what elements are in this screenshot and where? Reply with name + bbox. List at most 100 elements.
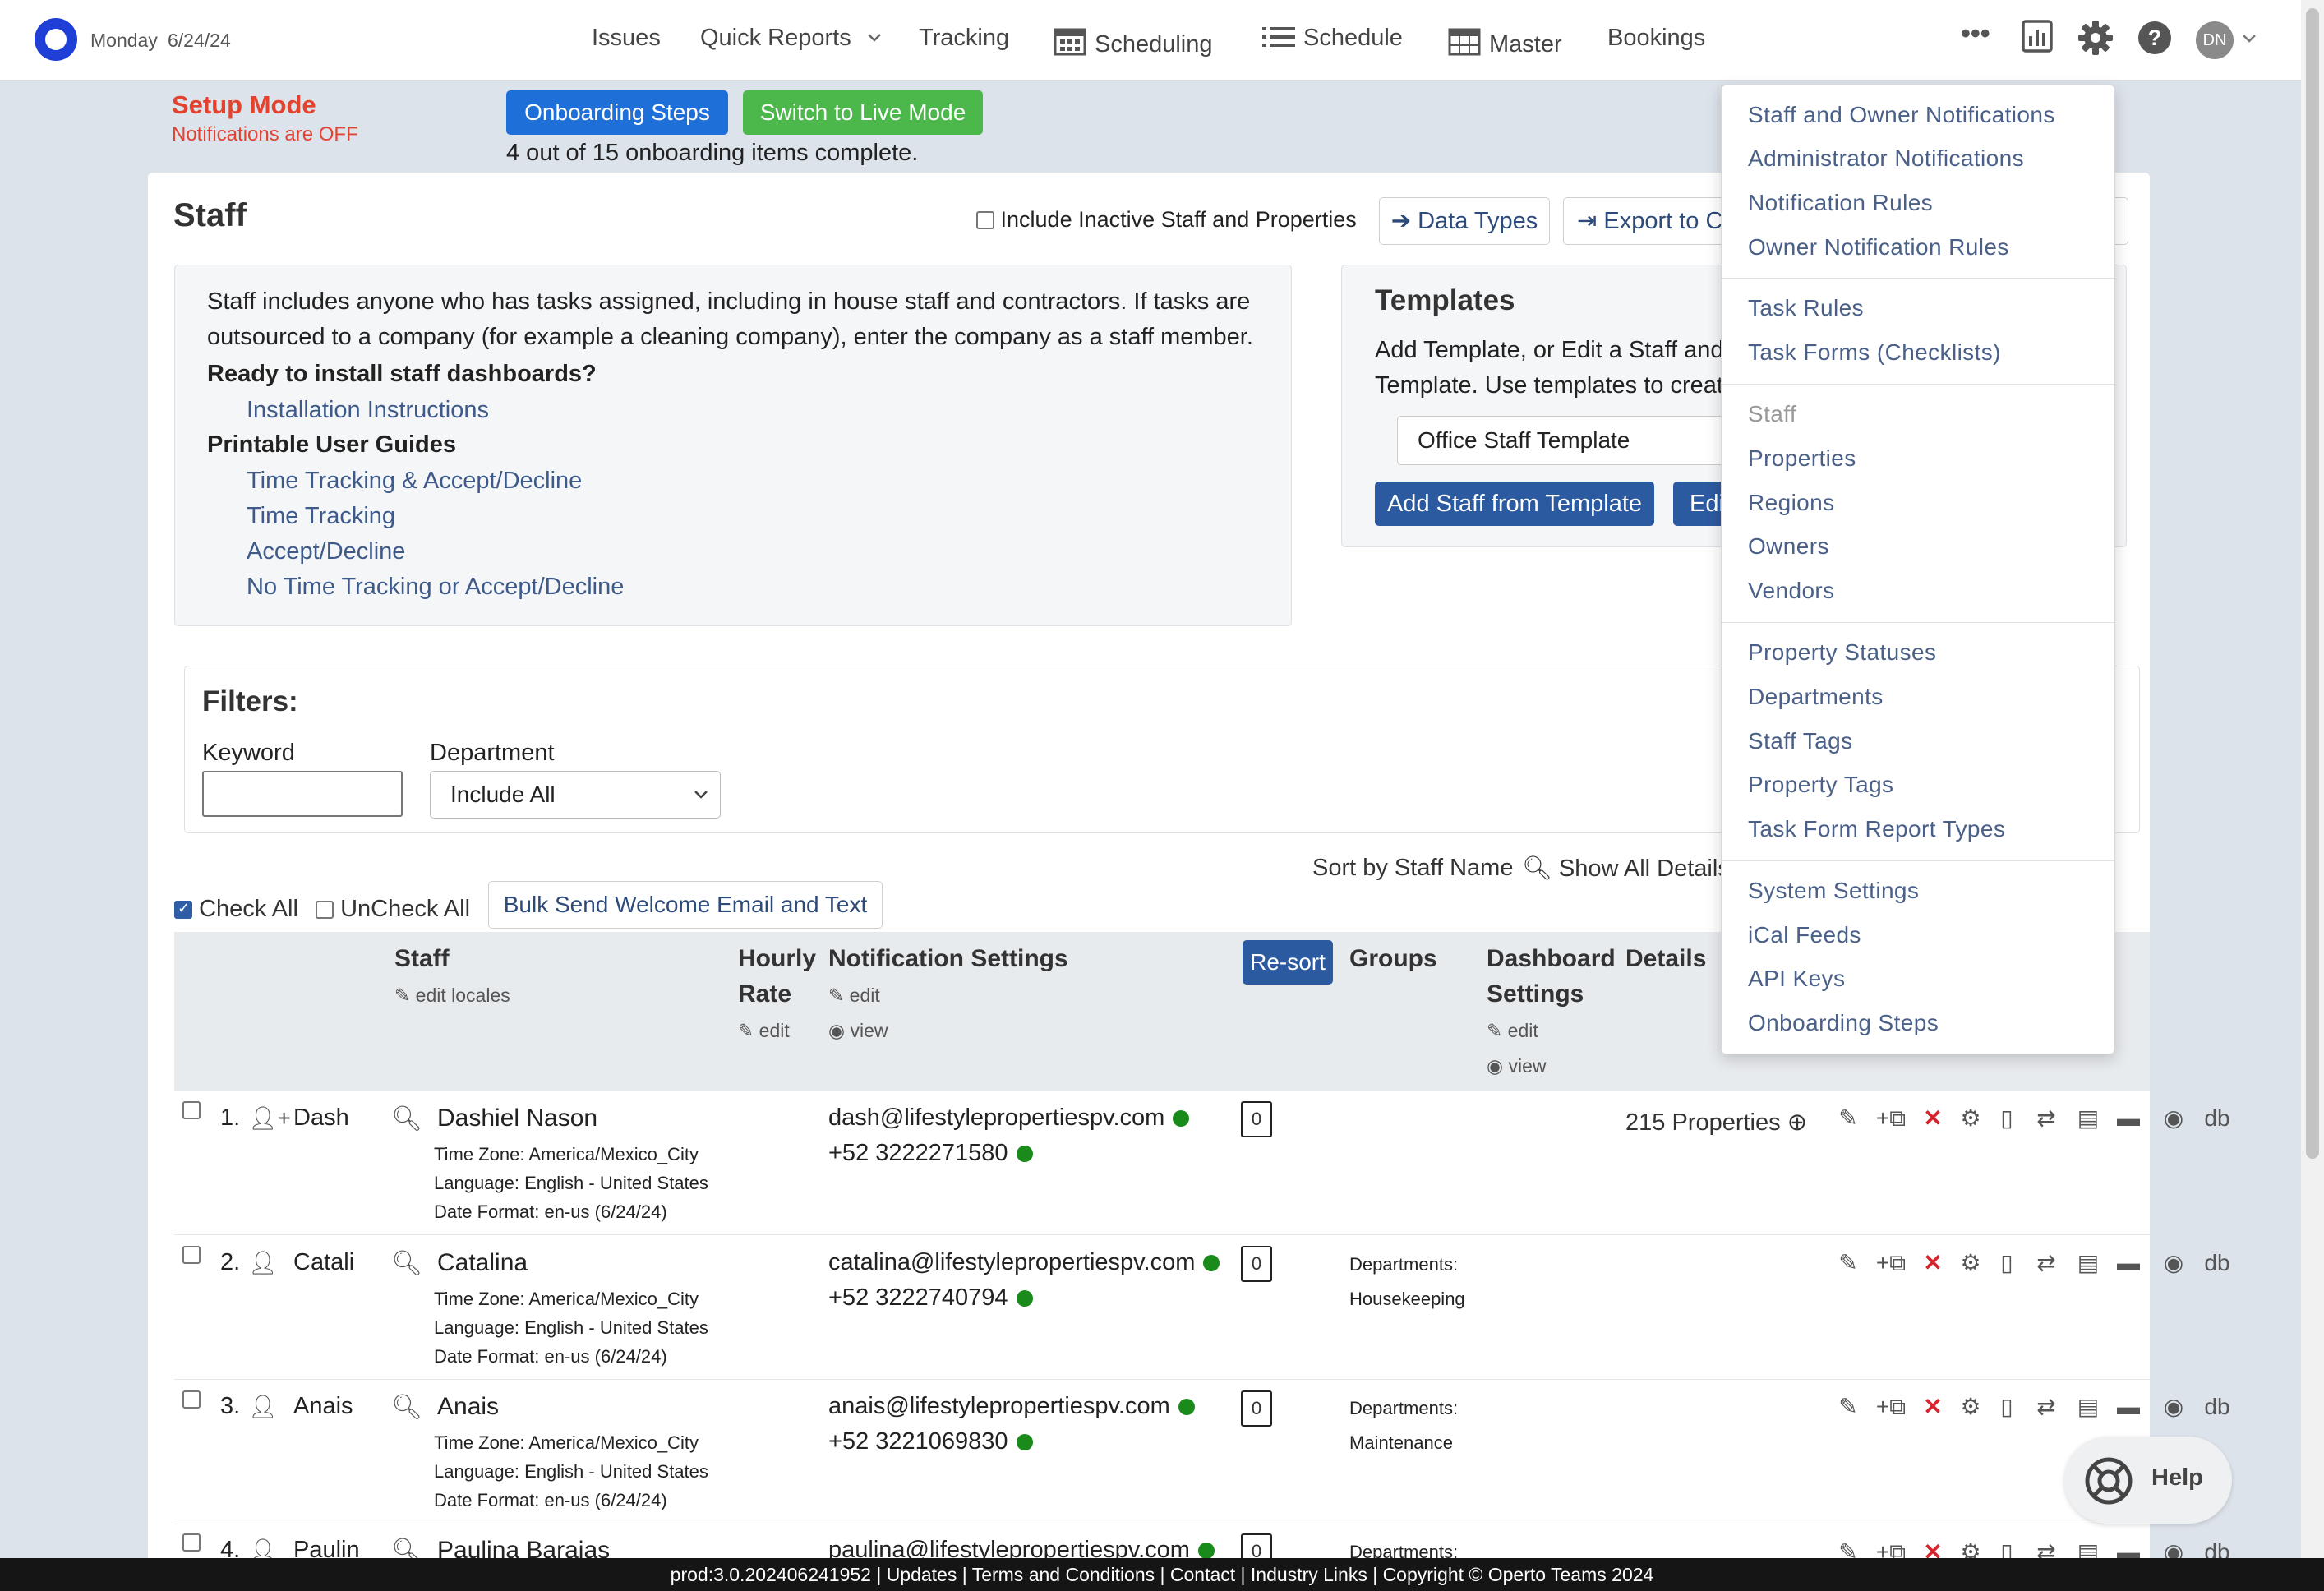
db-link[interactable]: db [2197, 1105, 2237, 1132]
notification-count[interactable]: 0 [1241, 1390, 1272, 1427]
view-notifications-link[interactable]: ◉ view [828, 1020, 888, 1042]
menu-item-owner-notification-rules[interactable]: Owner Notification Rules [1748, 234, 2009, 261]
eye-icon[interactable]: ◉ [2150, 1393, 2197, 1420]
column-notification-settings[interactable]: Notification Settings [828, 945, 1068, 973]
help-button[interactable]: Help [2064, 1437, 2232, 1524]
duplicate-icon[interactable]: +⧉ [1867, 1250, 1915, 1277]
mobile-icon[interactable]: ▯ [1990, 1104, 2023, 1132]
menu-item-task-forms[interactable]: Task Forms (Checklists) [1748, 339, 2001, 366]
view-dashboard-link[interactable]: ◉ view [1487, 1055, 1546, 1077]
column-staff[interactable]: Staff [394, 945, 450, 973]
check-all-checkbox[interactable] [174, 900, 192, 919]
menu-item-vendors[interactable]: Vendors [1748, 578, 1835, 604]
clipboard-icon[interactable]: ▤ [2069, 1393, 2107, 1420]
uncheck-all-checkbox[interactable] [316, 901, 334, 919]
row-checkbox[interactable] [182, 1101, 201, 1119]
include-inactive-checkbox[interactable] [976, 211, 994, 229]
row-checkbox[interactable] [182, 1533, 201, 1552]
search-icon[interactable]: 🔍︎ [391, 1249, 422, 1278]
mobile-icon[interactable]: ▯ [1990, 1249, 2023, 1276]
menu-item-staff-tags[interactable]: Staff Tags [1748, 728, 1853, 754]
edit-hourly-link[interactable]: ✎ edit [738, 1020, 790, 1042]
gear-icon[interactable] [2077, 20, 2114, 56]
nav-schedule[interactable]: Schedule [1262, 25, 1403, 52]
pencil-icon[interactable]: ✎ [1829, 1393, 1867, 1420]
folder-icon[interactable]: ▬ [2107, 1105, 2150, 1132]
uncheck-all[interactable]: UnCheck All [316, 896, 470, 923]
retweet-icon[interactable]: ⇄ [2023, 1104, 2069, 1132]
re-sort-button[interactable]: Re-sort [1243, 940, 1333, 985]
keyword-input[interactable] [202, 771, 403, 817]
retweet-icon[interactable]: ⇄ [2023, 1393, 2069, 1420]
show-all-details[interactable]: 🔍︎ Show All Details [1522, 855, 1730, 883]
guide-link[interactable]: No Time Tracking or Accept/Decline [247, 570, 624, 605]
more-icon[interactable]: ••• [1961, 18, 1990, 50]
edit-notifications-link[interactable]: ✎ edit [828, 985, 880, 1007]
column-hourly-rate[interactable]: Hourly [738, 945, 816, 973]
guide-link[interactable]: Accept/Decline [247, 534, 405, 570]
gear-icon[interactable]: ⚙ [1951, 1104, 1990, 1132]
help-circle-icon[interactable]: ? [2137, 20, 2173, 56]
guide-link[interactable]: Time Tracking [247, 499, 395, 534]
menu-item-regions[interactable]: Regions [1748, 490, 1835, 516]
clipboard-icon[interactable]: ▤ [2069, 1249, 2107, 1276]
menu-item-system-settings[interactable]: System Settings [1748, 878, 1919, 904]
eye-icon[interactable]: ◉ [2150, 1104, 2197, 1132]
db-link[interactable]: db [2197, 1394, 2237, 1420]
row-checkbox[interactable] [182, 1390, 201, 1409]
check-all[interactable]: Check All [174, 896, 298, 923]
menu-item-staff-owner-notifications[interactable]: Staff and Owner Notifications [1748, 102, 2055, 128]
menu-item-properties[interactable]: Properties [1748, 445, 1856, 472]
delete-icon[interactable]: ✕ [1915, 1393, 1951, 1420]
row-checkbox[interactable] [182, 1246, 201, 1264]
menu-item-onboarding-steps[interactable]: Onboarding Steps [1748, 1010, 1939, 1036]
staff-full-name[interactable]: Anais [437, 1393, 499, 1421]
nav-scheduling[interactable]: Scheduling [1054, 25, 1213, 58]
column-dashboard-settings[interactable]: Dashboard [1487, 945, 1616, 973]
menu-item-departments[interactable]: Departments [1748, 684, 1884, 710]
properties-count[interactable]: 215 Properties ⊕ [1625, 1108, 1807, 1137]
folder-icon[interactable]: ▬ [2107, 1250, 2150, 1276]
mobile-icon[interactable]: ▯ [1990, 1393, 2023, 1420]
staff-full-name[interactable]: Dashiel Nason [437, 1104, 597, 1132]
nav-bookings[interactable]: Bookings [1607, 25, 1705, 52]
menu-item-property-statuses[interactable]: Property Statuses [1748, 639, 1936, 666]
bulk-send-welcome-button[interactable]: Bulk Send Welcome Email and Text [488, 881, 883, 929]
clipboard-icon[interactable]: ▤ [2069, 1104, 2107, 1132]
gear-icon[interactable]: ⚙ [1951, 1393, 1990, 1420]
menu-item-administrator-notifications[interactable]: Administrator Notifications [1748, 145, 2024, 172]
menu-item-task-form-report-types[interactable]: Task Form Report Types [1748, 816, 2005, 842]
department-select[interactable]: Include All [430, 771, 721, 819]
pencil-icon[interactable]: ✎ [1829, 1104, 1867, 1132]
column-groups[interactable]: Groups [1349, 945, 1437, 973]
include-inactive-option[interactable]: Include Inactive Staff and Properties [976, 207, 1357, 233]
db-link[interactable]: db [2197, 1250, 2237, 1276]
add-staff-from-template-button[interactable]: Add Staff from Template [1375, 482, 1654, 526]
guide-link[interactable]: Time Tracking & Accept/Decline [247, 463, 582, 499]
switch-live-mode-button[interactable]: Switch to Live Mode [743, 90, 983, 135]
retweet-icon[interactable]: ⇄ [2023, 1249, 2069, 1276]
menu-item-notification-rules[interactable]: Notification Rules [1748, 190, 1933, 216]
duplicate-icon[interactable]: +⧉ [1867, 1394, 1915, 1421]
menu-item-task-rules[interactable]: Task Rules [1748, 295, 1864, 321]
menu-item-property-tags[interactable]: Property Tags [1748, 772, 1893, 798]
column-details[interactable]: Details [1625, 945, 1706, 973]
onboarding-steps-button[interactable]: Onboarding Steps [506, 90, 728, 135]
menu-item-owners[interactable]: Owners [1748, 533, 1829, 560]
nav-tracking[interactable]: Tracking [919, 25, 1009, 52]
duplicate-icon[interactable]: +⧉ [1867, 1105, 1915, 1132]
eye-icon[interactable]: ◉ [2150, 1249, 2197, 1276]
gear-icon[interactable]: ⚙ [1951, 1249, 1990, 1276]
folder-icon[interactable]: ▬ [2107, 1394, 2150, 1420]
delete-icon[interactable]: ✕ [1915, 1104, 1951, 1132]
search-icon[interactable]: 🔍︎ [391, 1393, 422, 1422]
nav-quick-reports[interactable]: Quick Reports [700, 25, 883, 52]
notification-count[interactable]: 0 [1241, 1246, 1272, 1282]
app-logo[interactable] [35, 18, 77, 61]
scrollbar-thumb[interactable] [2306, 8, 2319, 1159]
report-chart-icon[interactable] [2022, 20, 2053, 53]
edit-dashboard-link[interactable]: ✎ edit [1487, 1020, 1538, 1042]
search-icon[interactable]: 🔍︎ [391, 1104, 422, 1133]
installation-instructions-link[interactable]: Installation Instructions [247, 393, 489, 428]
data-types-button[interactable]: ➔ Data Types [1379, 197, 1550, 245]
